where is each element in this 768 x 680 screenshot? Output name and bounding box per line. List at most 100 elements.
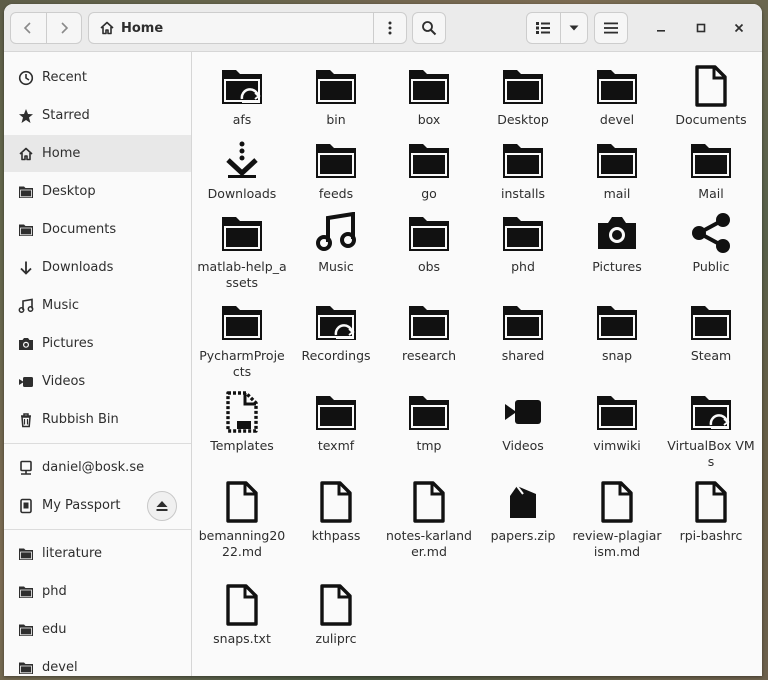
location-label: Home — [121, 20, 164, 36]
sidebar-item-devel[interactable]: devel — [4, 649, 191, 676]
file-item[interactable]: Videos — [476, 388, 570, 454]
file-name: notes-karlander.md — [386, 528, 472, 559]
file-name: Music — [318, 259, 354, 274]
view-options-button[interactable] — [559, 13, 587, 43]
file-item[interactable]: bemanning2022.md — [195, 478, 289, 560]
file-item[interactable]: go — [382, 136, 476, 202]
sidebar-item-phd[interactable]: phd — [4, 573, 191, 610]
sidebar-item-daniel-bosk-se[interactable]: daniel@bosk.se — [4, 449, 191, 486]
sidebar-item-documents[interactable]: Documents — [4, 211, 191, 248]
sidebar-item-starred[interactable]: Starred — [4, 97, 191, 134]
file-item[interactable]: afs — [195, 62, 289, 128]
folder-icon — [499, 298, 547, 346]
location-menu-button[interactable] — [373, 13, 406, 43]
path-crumb-home[interactable]: Home — [89, 13, 373, 43]
file-name: vimwiki — [593, 438, 641, 453]
file-name: Recordings — [301, 348, 371, 363]
sidebar-item-label: Documents — [42, 222, 117, 237]
network-icon — [18, 460, 34, 476]
eject-button[interactable] — [147, 490, 177, 521]
sidebar-item-desktop[interactable]: Desktop — [4, 173, 191, 210]
file-item[interactable]: shared — [476, 298, 570, 364]
sidebar-item-literature[interactable]: literature — [4, 535, 191, 572]
close-button[interactable] — [727, 16, 751, 40]
file-item[interactable]: Templates — [195, 388, 289, 454]
file-item[interactable]: research — [382, 298, 476, 364]
file-item[interactable]: Pictures — [570, 209, 664, 275]
hamburger-icon — [604, 22, 618, 34]
sidebar-item-home[interactable]: Home — [4, 135, 191, 172]
file-item[interactable]: papers.zip — [476, 478, 570, 544]
list-view-button[interactable] — [527, 13, 560, 43]
file-item[interactable]: obs — [382, 209, 476, 275]
sidebar-item-videos[interactable]: Videos — [4, 363, 191, 400]
video-icon — [18, 374, 34, 390]
download-icon — [18, 260, 34, 276]
sidebar-item-pictures[interactable]: Pictures — [4, 325, 191, 362]
folder-icon — [499, 136, 547, 184]
file-item[interactable]: Downloads — [195, 136, 289, 202]
file-item[interactable]: tmp — [382, 388, 476, 454]
sidebar-item-label: My Passport — [42, 498, 121, 513]
file-item[interactable]: snaps.txt — [195, 581, 289, 647]
drive-icon — [18, 498, 34, 514]
file-name: phd — [511, 259, 535, 274]
folder-icon — [499, 209, 547, 257]
file-item[interactable]: vimwiki — [570, 388, 664, 454]
file-item[interactable]: Documents — [664, 62, 758, 128]
file-item[interactable]: texmf — [289, 388, 383, 454]
back-button[interactable] — [11, 13, 46, 43]
sidebar-item-my-passport[interactable]: My Passport — [4, 487, 191, 524]
file-item[interactable]: feeds — [289, 136, 383, 202]
file-item[interactable]: Music — [289, 209, 383, 275]
file-name: shared — [501, 348, 545, 363]
folder-icon — [405, 136, 453, 184]
file-name: rpi-bashrc — [679, 528, 743, 543]
file-item[interactable]: box — [382, 62, 476, 128]
file-item[interactable]: kthpass — [289, 478, 383, 544]
file-item[interactable]: zuliprc — [289, 581, 383, 647]
file-item[interactable]: matlab-help_assets — [195, 209, 289, 291]
file-item[interactable]: bin — [289, 62, 383, 128]
file-item[interactable]: rpi-bashrc — [664, 478, 758, 544]
folder-remote-icon — [312, 298, 360, 346]
minimize-button[interactable] — [649, 16, 673, 40]
file-item[interactable]: installs — [476, 136, 570, 202]
file-item[interactable]: Steam — [664, 298, 758, 364]
sidebar-item-rubbish-bin[interactable]: Rubbish Bin — [4, 401, 191, 438]
sidebar-item-label: edu — [42, 622, 67, 637]
file-item[interactable]: phd — [476, 209, 570, 275]
file-item[interactable]: review-plagiarism.md — [570, 478, 664, 560]
file-item[interactable]: mail — [570, 136, 664, 202]
folder-icon — [405, 298, 453, 346]
file-item[interactable]: Recordings — [289, 298, 383, 364]
sidebar-item-recent[interactable]: Recent — [4, 59, 191, 96]
maximize-button[interactable] — [689, 16, 713, 40]
file-item[interactable]: snap — [570, 298, 664, 364]
file-item[interactable]: PycharmProjects — [195, 298, 289, 380]
file-item[interactable]: Mail — [664, 136, 758, 202]
main-menu-button[interactable] — [594, 12, 628, 44]
document-icon — [593, 478, 641, 526]
maximize-icon — [696, 23, 706, 33]
sidebar-item-edu[interactable]: edu — [4, 611, 191, 648]
forward-button[interactable] — [45, 13, 82, 43]
folder-icon — [18, 222, 34, 238]
search-button[interactable] — [412, 12, 446, 44]
chevron-right-icon — [61, 22, 68, 34]
file-item[interactable]: Public — [664, 209, 758, 275]
file-item[interactable]: notes-karlander.md — [382, 478, 476, 560]
clock-icon — [18, 70, 34, 86]
document-icon — [218, 581, 266, 629]
sidebar-item-label: phd — [42, 584, 67, 599]
file-item[interactable]: devel — [570, 62, 664, 128]
file-item[interactable]: Desktop — [476, 62, 570, 128]
download-icon — [218, 136, 266, 184]
home-icon — [18, 146, 34, 162]
file-name: texmf — [317, 438, 355, 453]
sidebar-item-music[interactable]: Music — [4, 287, 191, 324]
folder-remote-icon — [687, 388, 735, 436]
sidebar-item-downloads[interactable]: Downloads — [4, 249, 191, 286]
file-item[interactable]: VirtualBox VMs — [664, 388, 758, 470]
folder-icon — [312, 388, 360, 436]
